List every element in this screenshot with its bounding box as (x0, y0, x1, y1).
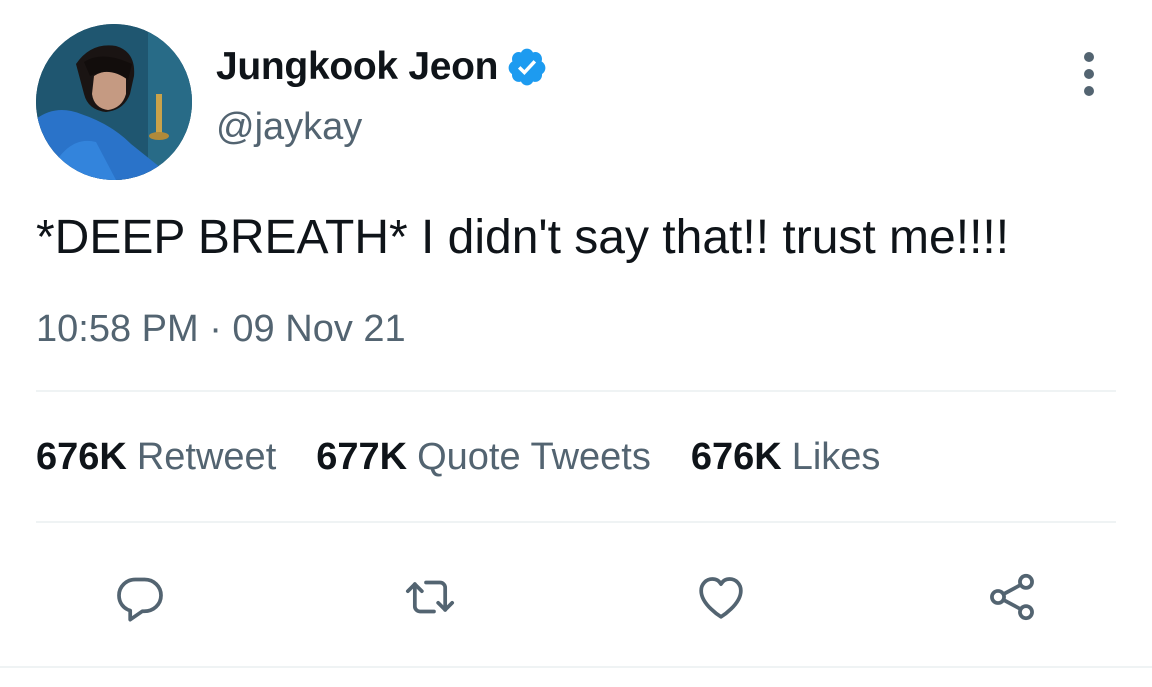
stat-label: Likes (791, 436, 881, 478)
avatar-image (36, 24, 192, 180)
stat-count: 676K (690, 436, 782, 478)
heart-icon (699, 577, 743, 619)
like-button[interactable] (689, 565, 753, 629)
more-options-icon[interactable] (1072, 52, 1106, 96)
divider (36, 521, 1116, 523)
author-display-name[interactable]: Jungkook Jeon (216, 45, 498, 89)
tweet-actions-bar (0, 565, 1152, 629)
divider (0, 666, 1152, 668)
divider (36, 390, 1116, 392)
more-dot (1084, 69, 1094, 79)
author-name-row: Jungkook Jeon (216, 42, 548, 92)
more-dot (1084, 86, 1094, 96)
avatar[interactable] (36, 24, 192, 180)
stat-count: 676K (36, 436, 127, 478)
share-button[interactable] (980, 565, 1044, 629)
tweet-timestamp[interactable]: 10:58 PM · 09 Nov 21 (36, 308, 406, 351)
tweet-text: *DEEP BREATH* I didn't say that!! trust … (36, 211, 1010, 264)
stat-count: 677K (316, 436, 408, 478)
stat-label: Quote Tweets (417, 436, 651, 478)
stat-likes[interactable]: 676K Likes (691, 436, 881, 479)
verified-badge-icon (506, 46, 548, 88)
stat-retweets[interactable]: 676K Retweet (36, 436, 276, 479)
retweet-button[interactable] (398, 565, 462, 629)
more-dot (1084, 52, 1094, 62)
tweet-card: Jungkook Jeon @jaykay *DEEP BREATH* I di… (0, 0, 1152, 687)
comment-bubble-icon (117, 577, 163, 622)
share-nodes-icon (990, 573, 1034, 621)
tweet-author: Jungkook Jeon @jaykay (216, 42, 548, 149)
stat-quote-tweets[interactable]: 677K Quote Tweets (316, 436, 651, 479)
stat-label: Retweet (136, 436, 277, 478)
author-handle[interactable]: @jaykay (216, 106, 548, 149)
retweet-arrows-icon (405, 580, 455, 614)
reply-button[interactable] (108, 565, 172, 629)
tweet-stats: 676K Retweet 677K Quote Tweets 676K Likes (36, 436, 920, 479)
